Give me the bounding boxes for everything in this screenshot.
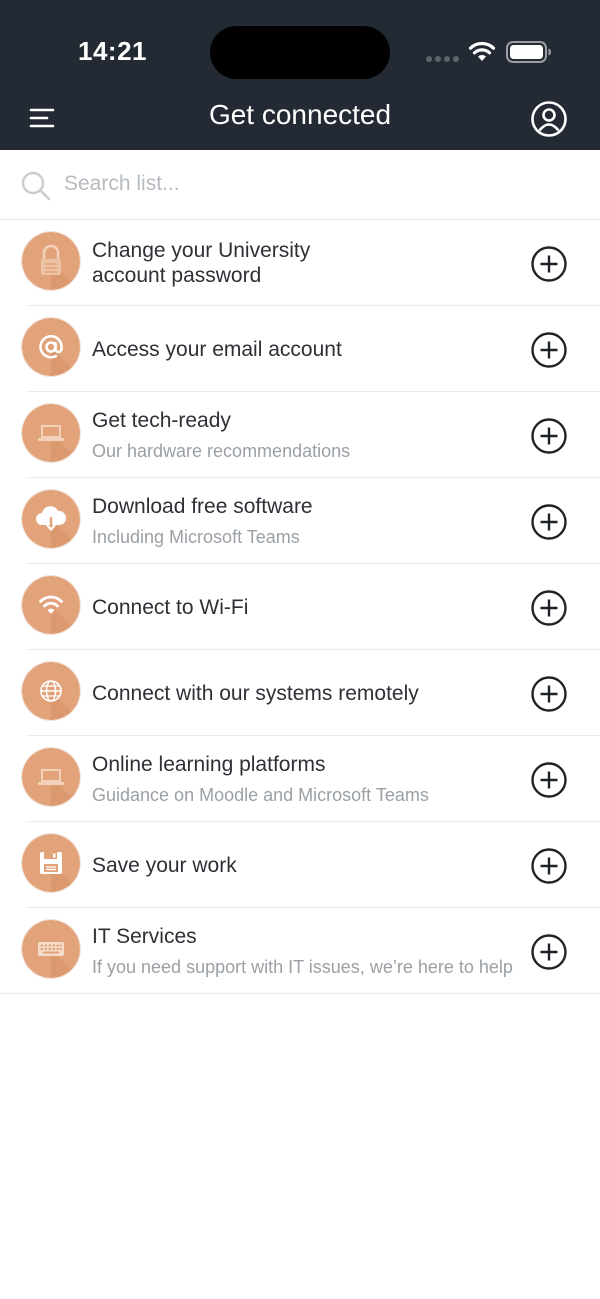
expand-button[interactable] (530, 589, 568, 627)
list-item-wifi[interactable]: Connect to Wi-Fi (0, 564, 600, 650)
plus-circle-icon (531, 848, 567, 884)
list-item-save-work[interactable]: Save your work (0, 822, 600, 908)
expand-button[interactable] (530, 417, 568, 455)
wifi-status-icon (468, 40, 496, 67)
wifi-icon (22, 576, 80, 634)
dynamic-island (210, 26, 390, 79)
expand-button[interactable] (530, 331, 568, 369)
list-item-title: Change your University account password (92, 239, 311, 287)
list-item-title: Access your email account (92, 337, 342, 361)
list-item-subtitle: Our hardware recommendations (92, 441, 351, 461)
list-item-subtitle: Guidance on Moodle and Microsoft Teams (92, 785, 429, 805)
padlock-icon (22, 232, 80, 290)
laptop-icon (22, 404, 80, 462)
user-profile-icon (531, 101, 567, 137)
list-item-remote-systems[interactable]: Connect with our systems remotely (0, 650, 600, 736)
search-bar (0, 150, 600, 220)
list-item-text: Access your email account (92, 306, 519, 392)
profile-button[interactable] (530, 100, 568, 138)
plus-circle-icon (531, 676, 567, 712)
list-item-download-software[interactable]: Download free software Including Microso… (0, 478, 600, 564)
list-item-title: Download free software (92, 495, 313, 518)
expand-button[interactable] (530, 245, 568, 283)
search-icon (20, 170, 52, 207)
cloud-download-icon (22, 490, 80, 548)
list-item-title: Online learning platforms (92, 753, 326, 776)
plus-circle-icon (531, 762, 567, 798)
keyboard-icon (22, 920, 80, 978)
app-header: 14:21 Get connected (0, 0, 600, 150)
list-item-text: Get tech-ready Our hardware recommendati… (92, 392, 519, 478)
plus-circle-icon (531, 590, 567, 626)
list-item-it-services[interactable]: IT Services If you need support with IT … (0, 908, 600, 994)
globe-icon (22, 662, 80, 720)
list-item-text: Connect to Wi-Fi (92, 564, 519, 650)
expand-button[interactable] (530, 761, 568, 799)
status-time: 14:21 (78, 36, 147, 66)
list-item-text: Save your work (92, 822, 519, 908)
hamburger-menu-icon (29, 108, 55, 128)
list-item-online-learning[interactable]: Online learning platforms Guidance on Mo… (0, 736, 600, 822)
topic-list: Change your University account password … (0, 220, 600, 994)
list-item-tech-ready[interactable]: Get tech-ready Our hardware recommendati… (0, 392, 600, 478)
plus-circle-icon (531, 418, 567, 454)
plus-circle-icon (531, 934, 567, 970)
list-item-title: Save your work (92, 853, 237, 877)
list-item-text: Download free software Including Microso… (92, 478, 519, 564)
list-item-text: IT Services If you need support with IT … (92, 908, 519, 994)
list-item-title: Connect to Wi-Fi (92, 595, 249, 619)
expand-button[interactable] (530, 933, 568, 971)
plus-circle-icon (531, 246, 567, 282)
plus-circle-icon (531, 332, 567, 368)
list-item-title: Connect with our systems remotely (92, 681, 419, 705)
expand-button[interactable] (530, 503, 568, 541)
list-item-text: Change your University account password (92, 220, 519, 306)
cellular-signal-icon (426, 56, 459, 62)
hamburger-menu-button[interactable] (28, 104, 58, 134)
expand-button[interactable] (530, 675, 568, 713)
list-item-title: IT Services (92, 925, 197, 948)
battery-icon (506, 41, 552, 68)
list-item-text: Online learning platforms Guidance on Mo… (92, 736, 519, 822)
plus-circle-icon (531, 504, 567, 540)
page-title: Get connected (208, 99, 392, 130)
list-item-change-password[interactable]: Change your University account password (0, 220, 600, 306)
search-input[interactable] (64, 167, 564, 201)
floppy-disk-icon (22, 834, 80, 892)
list-item-email[interactable]: Access your email account (0, 306, 600, 392)
at-sign-icon (22, 318, 80, 376)
list-item-subtitle: Including Microsoft Teams (92, 527, 300, 547)
list-item-title: Get tech-ready (92, 409, 231, 432)
expand-button[interactable] (530, 847, 568, 885)
laptop-icon (22, 748, 80, 806)
list-item-subtitle: If you need support with IT issues, we’r… (92, 957, 513, 977)
list-item-text: Connect with our systems remotely (92, 650, 519, 736)
